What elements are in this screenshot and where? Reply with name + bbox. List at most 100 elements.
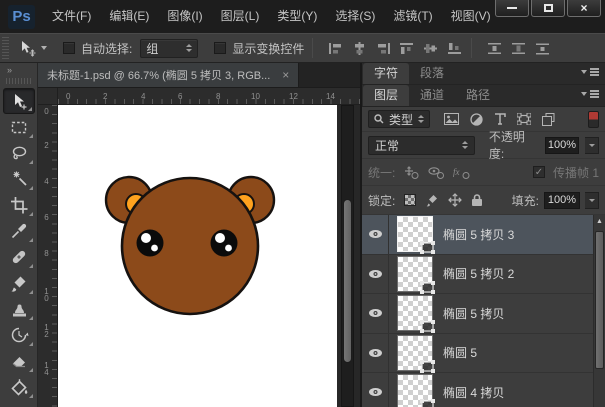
scrollbar-thumb[interactable] xyxy=(343,199,352,363)
menu-image[interactable]: 图像(I) xyxy=(158,0,211,33)
unify-style-icon[interactable]: fx xyxy=(453,166,470,179)
layer-thumbnail[interactable] xyxy=(398,375,432,407)
type-layer-filter-icon[interactable] xyxy=(494,113,506,125)
tool-preset-picker[interactable] xyxy=(17,39,47,57)
filter-toggle-switch[interactable] xyxy=(588,111,599,128)
layer-row[interactable]: 椭圆 4 拷贝 xyxy=(362,373,605,407)
align-horizontal-centers-icon[interactable] xyxy=(351,41,368,56)
layer-visibility-cell[interactable] xyxy=(362,334,389,373)
distribute-vertical-centers-icon[interactable] xyxy=(510,41,527,56)
lasso-tool-button[interactable] xyxy=(3,140,35,166)
propagate-frame-checkbox[interactable]: ✓ xyxy=(533,166,545,178)
eraser-tool-button[interactable] xyxy=(3,348,35,374)
scroll-up-icon[interactable]: ▲ xyxy=(594,215,605,225)
layer-thumbnail[interactable] xyxy=(398,217,432,251)
canvas-vertical-scrollbar[interactable] xyxy=(341,105,354,407)
history-brush-icon xyxy=(9,325,29,345)
menu-type[interactable]: 类型(Y) xyxy=(268,0,326,33)
layer-thumbnail[interactable] xyxy=(398,296,432,330)
layer-row[interactable]: 椭圆 5 xyxy=(362,334,605,374)
menu-filter[interactable]: 滤镜(T) xyxy=(384,0,441,33)
lock-position-icon[interactable] xyxy=(448,193,462,207)
history-brush-tool-button[interactable] xyxy=(3,322,35,348)
vertical-ruler[interactable]: 0 2 4 6 8 10 12 14 xyxy=(38,105,58,407)
eye-icon xyxy=(368,387,383,397)
move-tool-button[interactable] xyxy=(3,88,35,114)
eye-highlight xyxy=(141,233,151,243)
magic-wand-tool-button[interactable] xyxy=(3,166,35,192)
opacity-value[interactable]: 100% xyxy=(545,137,580,154)
unify-visibility-icon[interactable] xyxy=(428,166,444,179)
clone-stamp-tool-button[interactable] xyxy=(3,296,35,322)
align-left-edges-icon[interactable] xyxy=(327,41,344,56)
panel-menu-icon[interactable] xyxy=(581,70,599,74)
horizontal-ruler[interactable]: 0 2 4 6 8 10 12 14 xyxy=(58,88,360,105)
ruler-tick: 2 xyxy=(42,141,51,148)
lock-all-icon[interactable] xyxy=(471,193,483,207)
crop-tool-button[interactable] xyxy=(3,192,35,218)
tab-layers[interactable]: 图层 xyxy=(363,85,409,106)
tools-collapse-button[interactable]: » xyxy=(0,63,37,76)
menu-file[interactable]: 文件(F) xyxy=(43,0,100,33)
fill-dropdown-button[interactable] xyxy=(585,192,599,209)
menu-select[interactable]: 选择(S) xyxy=(326,0,384,33)
opacity-dropdown-button[interactable] xyxy=(585,137,599,154)
align-top-edges-icon[interactable] xyxy=(398,41,415,56)
layer-row[interactable]: 椭圆 5 拷贝 xyxy=(362,294,605,334)
brush-tool-button[interactable] xyxy=(3,270,35,296)
blend-mode-dropdown[interactable]: 正常 xyxy=(368,136,475,155)
tab-paragraph[interactable]: 段落 xyxy=(409,63,455,84)
document-tab[interactable]: 未标题-1.psd @ 66.7% (椭圆 5 拷贝 3, RGB... × xyxy=(38,63,299,87)
eyedropper-tool-button[interactable] xyxy=(3,218,35,244)
unify-position-icon[interactable] xyxy=(403,166,419,179)
menu-layer[interactable]: 图层(L) xyxy=(212,0,269,33)
layer-visibility-cell[interactable] xyxy=(362,373,389,407)
layer-thumbnail[interactable] xyxy=(398,257,432,291)
lock-label: 锁定: xyxy=(368,192,395,209)
align-right-edges-icon[interactable] xyxy=(375,41,392,56)
pixel-layer-filter-icon[interactable] xyxy=(444,113,459,125)
auto-select-checkbox[interactable] xyxy=(63,42,75,54)
adjustment-layer-filter-icon[interactable] xyxy=(470,113,483,126)
canvas[interactable] xyxy=(58,105,337,407)
smart-object-filter-icon[interactable] xyxy=(542,113,555,126)
menu-edit[interactable]: 编辑(E) xyxy=(100,0,158,33)
options-bar-grip[interactable] xyxy=(2,37,9,59)
paint-bucket-tool-button[interactable] xyxy=(3,374,35,400)
layer-visibility-cell[interactable] xyxy=(362,215,389,254)
shape-layer-filter-icon[interactable] xyxy=(517,113,531,125)
tab-paths[interactable]: 路径 xyxy=(455,85,501,106)
distribute-bottom-icon[interactable] xyxy=(534,41,551,56)
tab-character[interactable]: 字符 xyxy=(363,63,409,84)
tools-grip[interactable] xyxy=(6,78,32,84)
lock-transparent-pixels-icon[interactable] xyxy=(404,194,416,206)
layer-thumbnail[interactable] xyxy=(398,336,432,370)
align-vertical-centers-icon[interactable] xyxy=(422,41,439,56)
rectangular-marquee-tool-button[interactable] xyxy=(3,114,35,140)
align-bottom-edges-icon[interactable] xyxy=(446,41,463,56)
layers-scrollbar[interactable]: ▲ xyxy=(593,215,605,407)
scrollbar-thumb[interactable] xyxy=(595,231,604,369)
minimize-button[interactable] xyxy=(495,0,529,17)
layer-row[interactable]: 椭圆 5 拷贝 2 xyxy=(362,255,605,295)
filter-kind-dropdown[interactable]: 类型 xyxy=(368,110,430,128)
tab-channels[interactable]: 通道 xyxy=(409,85,455,106)
menu-view[interactable]: 视图(V) xyxy=(442,0,500,33)
layer-visibility-cell[interactable] xyxy=(362,255,389,294)
close-button[interactable]: × xyxy=(567,0,601,17)
tab-close-icon[interactable]: × xyxy=(282,70,289,80)
distribute-top-icon[interactable] xyxy=(486,41,503,56)
fill-value[interactable]: 100% xyxy=(544,192,580,209)
ruler-origin-corner[interactable] xyxy=(38,88,58,105)
layer-row[interactable]: 椭圆 5 拷贝 3 xyxy=(362,215,605,255)
panel-menu-icon[interactable] xyxy=(581,92,599,96)
lock-image-pixels-icon[interactable] xyxy=(425,193,439,207)
maximize-button[interactable] xyxy=(531,0,565,17)
show-transform-checkbox[interactable] xyxy=(214,42,226,54)
eye-highlight xyxy=(225,245,232,252)
auto-select-kind-dropdown[interactable]: 组 xyxy=(140,39,198,58)
spot-healing-brush-tool-button[interactable] xyxy=(3,244,35,270)
layers-panel-tabs: 图层 通道 路径 xyxy=(362,85,605,107)
propagate-frame-label: 传播帧 1 xyxy=(553,164,599,181)
layer-visibility-cell[interactable] xyxy=(362,294,389,333)
